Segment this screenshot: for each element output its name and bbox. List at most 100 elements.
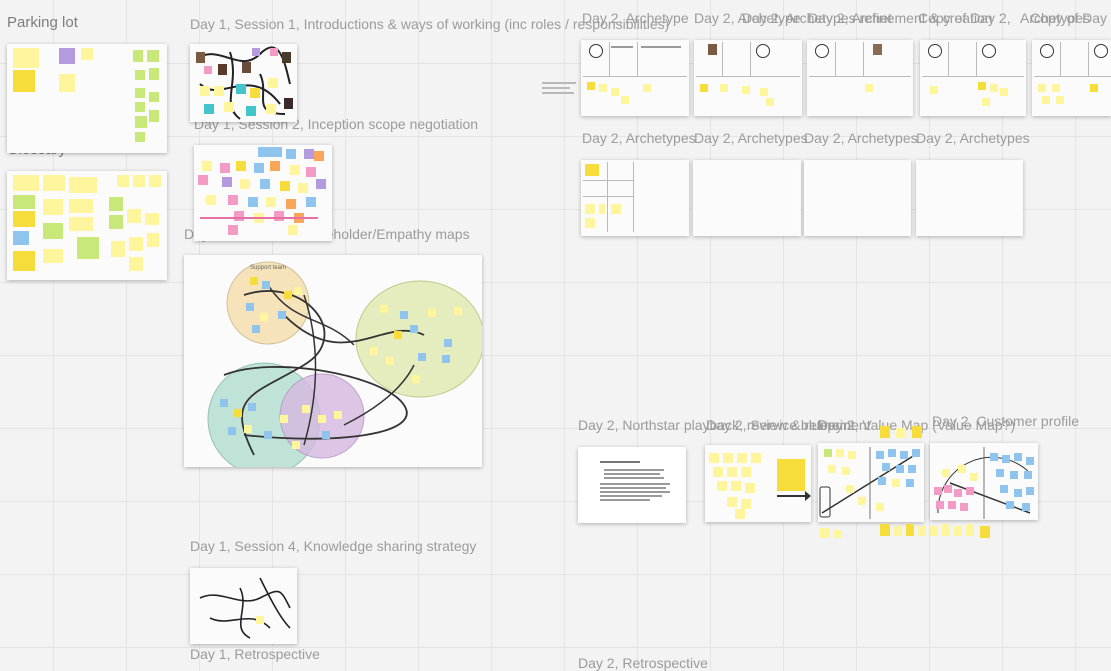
sticky-note[interactable] (145, 213, 159, 225)
frame-title-day1-session4[interactable]: Day 1, Session 4, Knowledge sharing stra… (190, 538, 476, 554)
sticky-note[interactable] (713, 467, 723, 477)
sticky-note[interactable] (894, 526, 902, 536)
sticky-note[interactable] (418, 353, 426, 361)
sticky-note[interactable] (842, 467, 850, 475)
sticky-note[interactable] (258, 147, 282, 157)
sticky-note[interactable] (824, 449, 832, 457)
frame-parking-lot[interactable] (7, 44, 167, 153)
sticky-note[interactable] (717, 481, 727, 491)
sticky-note[interactable] (214, 86, 224, 96)
frame-title-day1-retrospective[interactable]: Day 1, Retrospective (190, 646, 320, 662)
sticky-note[interactable] (394, 331, 402, 339)
sticky-note[interactable] (880, 524, 890, 536)
sticky-note[interactable] (135, 116, 147, 128)
sticky-note[interactable] (760, 88, 768, 96)
sticky-note[interactable] (846, 485, 854, 493)
sticky-note[interactable] (958, 465, 966, 473)
sticky-note[interactable] (224, 102, 234, 112)
sticky-note[interactable] (777, 459, 805, 491)
frame-day2-archetypes-d[interactable] (916, 160, 1023, 236)
sticky-note[interactable] (280, 181, 290, 191)
sticky-note[interactable] (69, 199, 93, 213)
sticky-note[interactable] (135, 70, 145, 80)
sticky-note[interactable] (741, 499, 751, 509)
sticky-note[interactable] (228, 427, 236, 435)
sticky-note[interactable] (250, 277, 258, 285)
sticky-note[interactable] (246, 106, 256, 116)
sticky-note[interactable] (982, 98, 990, 106)
sticky-note[interactable] (599, 204, 605, 214)
sticky-note[interactable] (1052, 84, 1060, 92)
sticky-note[interactable] (908, 465, 916, 473)
sticky-note[interactable] (220, 163, 230, 173)
sticky-note[interactable] (621, 96, 629, 104)
sticky-note[interactable] (256, 616, 264, 624)
sticky-note[interactable] (912, 449, 920, 457)
sticky-note[interactable] (334, 411, 342, 419)
sticky-note[interactable] (741, 467, 751, 477)
frame-day2-northstar[interactable] (578, 447, 686, 523)
sticky-note[interactable] (264, 431, 272, 439)
sticky-note[interactable] (81, 48, 93, 60)
sticky-note[interactable] (292, 441, 300, 449)
sticky-note[interactable] (13, 175, 39, 191)
sticky-note[interactable] (978, 82, 986, 90)
sticky-note[interactable] (270, 48, 278, 56)
sticky-note[interactable] (1026, 487, 1034, 495)
sticky-note[interactable] (1026, 457, 1034, 465)
sticky-note[interactable] (876, 451, 884, 459)
sticky-note[interactable] (278, 311, 286, 319)
sticky-note[interactable] (954, 489, 962, 497)
sticky-note[interactable] (260, 179, 270, 189)
sticky-note[interactable] (990, 453, 998, 461)
sticky-note[interactable] (1006, 501, 1014, 509)
sticky-note[interactable] (912, 426, 922, 438)
sticky-note[interactable] (896, 428, 906, 438)
sticky-note[interactable] (966, 487, 974, 495)
sticky-note[interactable] (254, 163, 264, 173)
sticky-note[interactable] (936, 501, 944, 509)
sticky-note[interactable] (735, 509, 745, 519)
sticky-note[interactable] (386, 357, 394, 365)
sticky-note[interactable] (380, 305, 388, 313)
sticky-note[interactable] (880, 426, 890, 438)
sticky-note[interactable] (204, 66, 212, 74)
sticky-note[interactable] (316, 179, 326, 189)
sticky-note[interactable] (252, 48, 260, 56)
sticky-note[interactable] (43, 199, 63, 215)
sticky-note[interactable] (298, 183, 308, 193)
sticky-note[interactable] (13, 48, 39, 68)
sticky-note[interactable] (302, 405, 310, 413)
sticky-note[interactable] (930, 86, 938, 94)
sticky-note[interactable] (111, 241, 125, 257)
sticky-note[interactable] (412, 375, 420, 383)
sticky-note[interactable] (147, 233, 159, 247)
sticky-note[interactable] (59, 74, 75, 92)
sticky-note[interactable] (244, 425, 252, 433)
sticky-note[interactable] (304, 149, 314, 159)
sticky-note[interactable] (236, 84, 246, 94)
sticky-note[interactable] (1014, 489, 1022, 497)
sticky-note[interactable] (202, 161, 212, 171)
sticky-note[interactable] (306, 167, 316, 177)
sticky-note[interactable] (918, 526, 926, 536)
sticky-note[interactable] (149, 175, 161, 187)
sticky-note[interactable] (306, 197, 316, 207)
sticky-note[interactable] (848, 451, 856, 459)
frame-day1-session1[interactable] (190, 44, 297, 122)
sticky-note[interactable] (442, 355, 450, 363)
sticky-note[interactable] (942, 524, 950, 536)
sticky-note[interactable] (882, 463, 890, 471)
sticky-note[interactable] (700, 84, 708, 92)
sticky-note[interactable] (942, 469, 950, 477)
sticky-note[interactable] (980, 526, 990, 538)
sticky-note[interactable] (222, 177, 232, 187)
sticky-note[interactable] (643, 84, 651, 92)
sticky-note[interactable] (250, 88, 260, 98)
sticky-note[interactable] (970, 473, 978, 481)
sticky-note[interactable] (133, 50, 143, 62)
frame-day2-archetypes-a[interactable] (581, 160, 689, 236)
sticky-note[interactable] (228, 225, 238, 235)
sticky-note[interactable] (900, 451, 908, 459)
frame-day2-archetype-1[interactable] (581, 40, 689, 116)
